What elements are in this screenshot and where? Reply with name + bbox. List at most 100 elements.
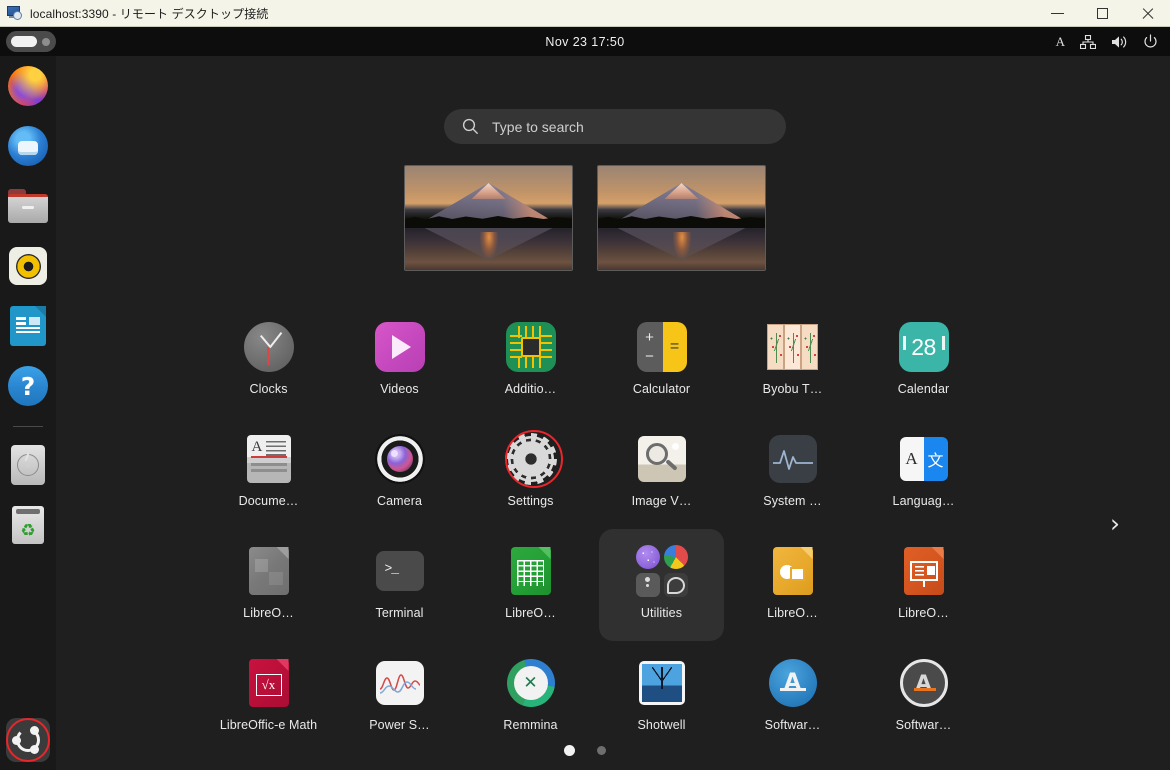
power-graph-icon — [375, 661, 424, 705]
app-label: LibreOffic-e Math — [219, 718, 318, 732]
page-indicator[interactable] — [0, 745, 1170, 756]
libreoffice-impress-icon — [903, 547, 944, 595]
app-icon-language-support[interactable]: A文 Languag… — [861, 417, 986, 529]
app-icon-calendar[interactable]: 28 Calendar — [861, 305, 986, 417]
app-icon-libreoffice-base[interactable]: LibreO… — [206, 529, 331, 641]
network-wired-icon[interactable] — [1080, 34, 1096, 49]
disk-image-icon — [11, 445, 45, 485]
calculator-icon: + − = — [636, 322, 687, 372]
app-label: LibreO… — [767, 606, 818, 620]
dock-item-firefox[interactable] — [6, 64, 50, 108]
app-icon-additional-drivers[interactable]: Additio… — [468, 305, 593, 417]
input-method-indicator[interactable]: A — [1056, 34, 1065, 50]
dock-item-help[interactable]: ? — [6, 364, 50, 408]
libreoffice-base-icon — [248, 547, 289, 595]
circuit-board-icon — [505, 322, 556, 372]
panel-status-tray[interactable]: A — [1056, 34, 1158, 50]
app-icon-remmina[interactable]: ✕ Remmina — [468, 641, 593, 753]
terminal-icon: >_ — [375, 551, 424, 591]
app-label: Languag… — [892, 494, 955, 508]
app-label: Camera — [376, 494, 423, 508]
app-label: LibreO… — [898, 606, 949, 620]
workspace-thumbnail-1[interactable] — [404, 165, 573, 271]
app-icon-settings[interactable]: Settings — [468, 417, 593, 529]
power-icon[interactable] — [1143, 34, 1158, 49]
software-updater-icon: A — [899, 659, 948, 707]
app-icon-document-viewer[interactable]: A Docume… — [206, 417, 331, 529]
page-dot-2[interactable] — [597, 746, 606, 755]
favorites-dock[interactable]: ? ♻ — [0, 56, 56, 770]
app-label: System … — [763, 494, 822, 508]
remmina-icon: ✕ — [506, 659, 555, 707]
clocks-icon — [243, 322, 294, 372]
maximize-button[interactable] — [1080, 0, 1125, 26]
dock-item-libreoffice-impress[interactable] — [6, 304, 50, 348]
libreoffice-math-icon: √x — [248, 659, 289, 707]
dock-item-disk[interactable] — [6, 443, 50, 487]
remote-desktop-viewport[interactable]: Nov 23 17:50 A ? ♻ Type to search Clocks… — [0, 27, 1170, 770]
app-label: Calendar — [897, 382, 950, 396]
document-viewer-icon: A — [246, 435, 291, 483]
app-label: Calculator — [632, 382, 691, 396]
app-icon-clocks[interactable]: Clocks — [206, 305, 331, 417]
workspace-thumbnail-strip[interactable] — [0, 165, 1170, 271]
app-label: Clocks — [249, 382, 288, 396]
app-label: Softwar… — [895, 718, 952, 732]
app-label: Videos — [380, 382, 419, 396]
magnifier-icon — [637, 436, 686, 482]
app-icon-camera[interactable]: Camera — [337, 417, 462, 529]
search-placeholder: Type to search — [492, 118, 584, 135]
libreoffice-calc-icon — [510, 547, 551, 595]
panel-clock[interactable]: Nov 23 17:50 — [0, 35, 1170, 49]
app-label: Docume… — [238, 494, 299, 508]
app-icon-libreoffice-impress[interactable]: LibreO… — [861, 529, 986, 641]
app-icon-libreoffice-calc[interactable]: LibreO… — [468, 529, 593, 641]
app-label: Image V… — [631, 494, 692, 508]
app-icon-libreoffice-draw[interactable]: LibreO… — [730, 529, 855, 641]
app-label: LibreO… — [505, 606, 556, 620]
gear-icon — [507, 436, 554, 482]
window-titlebar: localhost:3390 - リモート デスクトップ接続 — [0, 0, 1170, 27]
application-grid[interactable]: Clocks Videos Additio… + − = Calculator B… — [196, 305, 996, 753]
folder-icon — [635, 545, 688, 597]
dock-item-trash[interactable]: ♻ — [6, 503, 50, 547]
app-icon-terminal[interactable]: >_ Terminal — [337, 529, 462, 641]
volume-icon[interactable] — [1111, 35, 1128, 49]
app-icon-libreoffice-math[interactable]: √x LibreOffic-e Math — [206, 641, 331, 753]
app-icon-shotwell[interactable]: Shotwell — [599, 641, 724, 753]
app-icon-power-statistics[interactable]: Power S… — [337, 641, 462, 753]
libreoffice-impress-icon — [10, 306, 46, 346]
thunderbird-icon — [8, 126, 48, 166]
app-icon-system-monitor[interactable]: System … — [730, 417, 855, 529]
app-icon-software-updater[interactable]: A Softwar… — [861, 641, 986, 753]
app-icon-image-viewer[interactable]: Image V… — [599, 417, 724, 529]
next-page-button[interactable]: › — [1102, 505, 1128, 541]
app-folder-utilities[interactable]: Utilities — [599, 529, 724, 641]
libreoffice-draw-icon — [772, 547, 813, 595]
search-icon — [462, 118, 478, 134]
dock-separator — [13, 426, 43, 427]
search-input[interactable]: Type to search — [444, 109, 786, 144]
app-label: Byobu T… — [762, 382, 823, 396]
camera-icon — [374, 434, 425, 484]
minimize-button[interactable] — [1035, 0, 1080, 26]
app-label: Remmina — [503, 718, 558, 732]
window-title: localhost:3390 - リモート デスクトップ接続 — [30, 6, 269, 21]
app-label: Utilities — [640, 606, 683, 620]
close-button[interactable] — [1125, 0, 1170, 26]
app-label: LibreO… — [243, 606, 294, 620]
app-icon-calculator[interactable]: + − = Calculator — [599, 305, 724, 417]
calendar-icon: 28 — [898, 322, 949, 372]
app-icon-ubuntu-software[interactable]: A Softwar… — [730, 641, 855, 753]
app-icon-byobu-terminal[interactable]: Byobu T… — [730, 305, 855, 417]
shotwell-icon — [638, 661, 685, 705]
dock-item-thunderbird[interactable] — [6, 124, 50, 168]
software-store-icon: A — [768, 659, 817, 707]
folding-screen-icon — [766, 324, 819, 370]
workspace-thumbnail-2[interactable] — [597, 165, 766, 271]
app-icon-videos[interactable]: Videos — [337, 305, 462, 417]
help-icon: ? — [8, 366, 48, 406]
calendar-day: 28 — [911, 333, 936, 360]
page-dot-1[interactable] — [564, 745, 575, 756]
firefox-icon — [8, 66, 48, 106]
